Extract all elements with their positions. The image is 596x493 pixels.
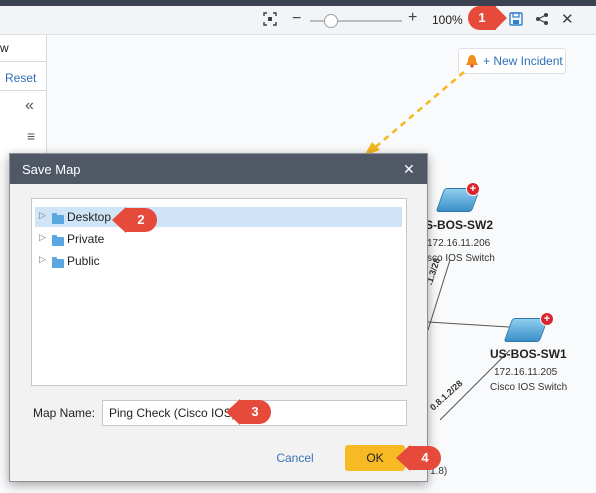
tree-item-label: Desktop bbox=[67, 210, 112, 224]
tree-item-label: Private bbox=[67, 232, 105, 246]
menu-icon[interactable]: ≡ bbox=[27, 128, 35, 144]
expand-icon[interactable]: ▷ bbox=[39, 254, 46, 265]
expand-icon[interactable]: ▷ bbox=[39, 210, 46, 221]
device-ip: 172.16.11.206 bbox=[427, 238, 491, 249]
divider bbox=[0, 90, 46, 91]
tree-item-label: Public bbox=[67, 254, 100, 268]
save-map-dialog: Save Map ✕ ▷ Desktop ▷ Private ▷ Public … bbox=[9, 153, 428, 482]
cancel-button[interactable]: Cancel bbox=[272, 451, 318, 467]
map-name-value: Ping Check (Cisco IOS) bbox=[109, 406, 236, 420]
callout-1: 1 bbox=[468, 6, 496, 30]
fit-screen-icon[interactable] bbox=[263, 12, 277, 26]
zoom-out-button[interactable]: − bbox=[292, 10, 301, 28]
new-incident-label: + New Incident bbox=[483, 54, 563, 68]
left-panel-partial-label: w bbox=[0, 41, 9, 55]
callout-2: 2 bbox=[125, 208, 157, 232]
callout-3: 3 bbox=[239, 400, 271, 424]
callout-4: 4 bbox=[409, 446, 441, 470]
save-icon[interactable] bbox=[509, 12, 523, 26]
folder-icon bbox=[52, 257, 64, 268]
callout-3-pointer bbox=[226, 399, 240, 425]
folder-tree[interactable]: ▷ Desktop ▷ Private ▷ Public bbox=[31, 198, 407, 386]
guide-arrow bbox=[364, 71, 465, 156]
callout-4-pointer bbox=[396, 445, 410, 471]
device-type: Cisco IOS Switch bbox=[490, 382, 568, 393]
zoom-in-button[interactable]: + bbox=[408, 9, 417, 27]
device-name: S-BOS-SW2 bbox=[425, 218, 494, 232]
map-name-label: Map Name: bbox=[33, 406, 96, 420]
zoom-level: 100% bbox=[432, 13, 463, 27]
dialog-titlebar: Save Map ✕ bbox=[10, 154, 427, 184]
folder-icon bbox=[52, 213, 64, 224]
callout-2-pointer bbox=[112, 207, 126, 233]
tree-item-desktop[interactable]: ▷ Desktop bbox=[35, 207, 402, 227]
device-name: US-BOS-SW1 bbox=[490, 347, 567, 361]
add-icon[interactable]: + bbox=[540, 312, 554, 326]
dialog-close-button[interactable]: ✕ bbox=[403, 161, 415, 178]
new-incident-button[interactable]: + New Incident bbox=[458, 48, 566, 74]
share-icon[interactable] bbox=[535, 12, 549, 26]
add-icon[interactable]: + bbox=[466, 182, 480, 196]
tree-item-public[interactable]: ▷ Public bbox=[35, 251, 402, 271]
tree-item-private[interactable]: ▷ Private bbox=[35, 229, 402, 249]
folder-icon bbox=[52, 235, 64, 246]
incident-bell-icon bbox=[466, 55, 478, 68]
device-ip: 172.16.11.205 bbox=[494, 367, 558, 378]
reset-link[interactable]: Reset bbox=[5, 71, 36, 85]
zoom-slider-handle[interactable] bbox=[324, 14, 338, 28]
divider bbox=[0, 61, 46, 62]
callout-1-pointer bbox=[495, 6, 507, 30]
dialog-title: Save Map bbox=[22, 162, 81, 177]
collapse-panel-icon[interactable]: « bbox=[25, 97, 34, 115]
expand-icon[interactable]: ▷ bbox=[39, 232, 46, 243]
left-panel: w Reset « ≡ bbox=[0, 35, 47, 160]
close-map-button[interactable]: ✕ bbox=[561, 10, 574, 28]
